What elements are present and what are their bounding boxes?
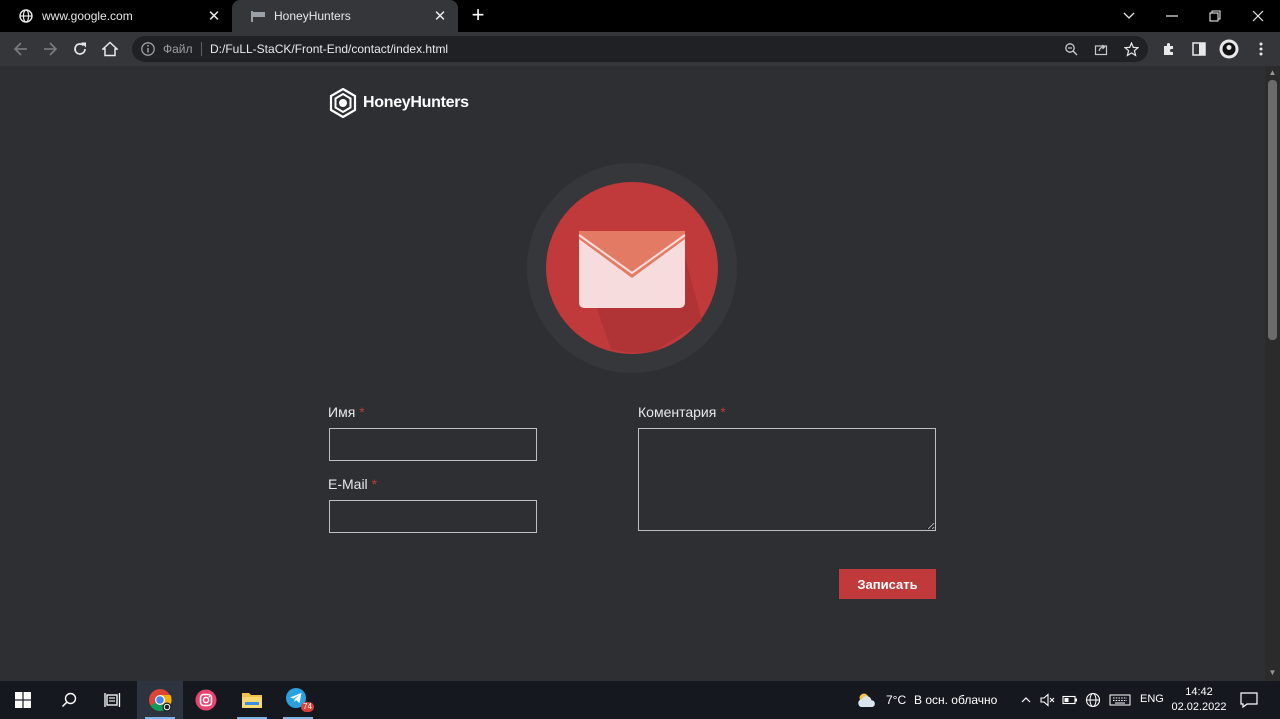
taskbar-telegram[interactable]: 74 xyxy=(275,681,321,719)
battery-icon[interactable] xyxy=(1060,681,1080,719)
brand-name: HoneyHunters xyxy=(363,94,469,111)
clock-date: 02.02.2022 xyxy=(1171,701,1227,713)
close-window-button[interactable] xyxy=(1237,0,1279,32)
close-tab-icon[interactable]: ✕ xyxy=(432,8,448,25)
windows-logo-icon xyxy=(15,692,31,708)
address-divider xyxy=(201,42,202,56)
address-bar[interactable]: Файл D:/FuLL-StaCK/Front-End/contact/ind… xyxy=(132,36,1148,62)
required-mark: * xyxy=(720,404,726,420)
chrome-icon xyxy=(149,689,172,712)
info-icon[interactable] xyxy=(140,41,156,57)
scroll-up-icon[interactable]: ▲ xyxy=(1268,69,1277,77)
taskbar-instagram[interactable] xyxy=(183,681,229,719)
name-label-text: Имя xyxy=(328,404,356,420)
task-view-icon xyxy=(104,693,121,707)
page-content: HoneyHunters Имя * E-Mail * Коментария * За… xyxy=(0,66,1265,681)
tab-google[interactable]: www.google.com ✕ xyxy=(0,0,232,32)
keyboard-icon[interactable] xyxy=(1107,681,1133,719)
extensions-icon[interactable] xyxy=(1158,38,1180,60)
telegram-badge: 74 xyxy=(301,702,314,712)
folder-icon xyxy=(242,693,262,708)
clock[interactable]: 14:42 02.02.2022 xyxy=(1170,685,1228,715)
side-panel-icon[interactable] xyxy=(1188,38,1210,60)
brand-logo[interactable]: HoneyHunters xyxy=(329,88,469,118)
name-input[interactable] xyxy=(329,428,537,461)
taskbar-chrome[interactable] xyxy=(137,681,183,719)
clock-time: 14:42 xyxy=(1185,686,1213,698)
tab-title: www.google.com xyxy=(42,9,133,23)
email-label: E-Mail * xyxy=(328,476,377,492)
comment-label: Коментария * xyxy=(638,404,726,420)
new-tab-button[interactable]: + xyxy=(466,4,490,28)
forward-button[interactable] xyxy=(37,36,63,62)
home-button[interactable] xyxy=(97,36,123,62)
browser-toolbar: Файл D:/FuLL-StaCK/Front-End/contact/ind… xyxy=(0,32,1280,66)
tab-title: HoneyHunters xyxy=(274,9,351,23)
tray-chevron-icon[interactable] xyxy=(1016,681,1036,719)
reload-button[interactable] xyxy=(67,36,93,62)
back-button[interactable] xyxy=(8,36,34,62)
weather-widget[interactable] xyxy=(852,681,882,719)
menu-icon[interactable] xyxy=(1250,38,1272,60)
globe-icon xyxy=(18,8,34,24)
input-language[interactable]: ENG xyxy=(1140,693,1164,705)
name-label: Имя * xyxy=(328,404,365,420)
windows-taskbar: 74 7°C В осн. облачно ENG 14:42 02.02.20… xyxy=(0,681,1280,719)
search-button[interactable] xyxy=(46,681,92,719)
page-scrollbar[interactable]: ▲ ▼ xyxy=(1265,66,1280,681)
profile-avatar-icon[interactable] xyxy=(1218,38,1240,60)
tab-strip: www.google.com ✕ HoneyHunters ✕ + xyxy=(0,0,1280,32)
weather-temp[interactable]: 7°C xyxy=(886,693,906,707)
comment-label-text: Коментария xyxy=(638,404,717,420)
share-icon[interactable] xyxy=(1092,40,1110,58)
cloud-sun-icon xyxy=(858,693,875,707)
required-mark: * xyxy=(371,476,378,492)
email-input[interactable] xyxy=(329,500,537,533)
site-info-label[interactable]: Файл xyxy=(163,42,193,56)
instagram-icon xyxy=(195,689,217,711)
taskbar-explorer[interactable] xyxy=(229,681,275,719)
tab-search-icon[interactable] xyxy=(1108,0,1150,32)
network-globe-icon[interactable] xyxy=(1083,681,1103,719)
minimize-button[interactable] xyxy=(1151,0,1193,32)
task-view-button[interactable] xyxy=(90,681,136,719)
zoom-icon[interactable] xyxy=(1062,40,1080,58)
scroll-thumb[interactable] xyxy=(1268,80,1277,340)
volume-muted-icon[interactable] xyxy=(1038,681,1058,719)
notification-center-icon[interactable] xyxy=(1234,681,1264,719)
bookmark-star-icon[interactable] xyxy=(1122,40,1140,58)
submit-button[interactable]: Записать xyxy=(839,569,936,599)
search-icon xyxy=(61,692,77,708)
weather-text[interactable]: В осн. облачно xyxy=(914,693,997,707)
required-mark: * xyxy=(359,404,365,420)
tab-honeyhunters[interactable]: HoneyHunters ✕ xyxy=(232,0,458,32)
honeycomb-logo-icon xyxy=(329,88,357,118)
scroll-down-icon[interactable]: ▼ xyxy=(1268,669,1277,677)
comment-textarea[interactable] xyxy=(638,428,936,531)
start-button[interactable] xyxy=(0,681,46,719)
page-icon xyxy=(250,8,266,24)
restore-button[interactable] xyxy=(1194,0,1236,32)
url-text[interactable]: D:/FuLL-StaCK/Front-End/contact/index.ht… xyxy=(210,42,448,56)
close-tab-icon[interactable]: ✕ xyxy=(206,8,222,25)
email-label-text: E-Mail xyxy=(328,476,368,492)
mail-envelope-icon xyxy=(527,163,737,373)
